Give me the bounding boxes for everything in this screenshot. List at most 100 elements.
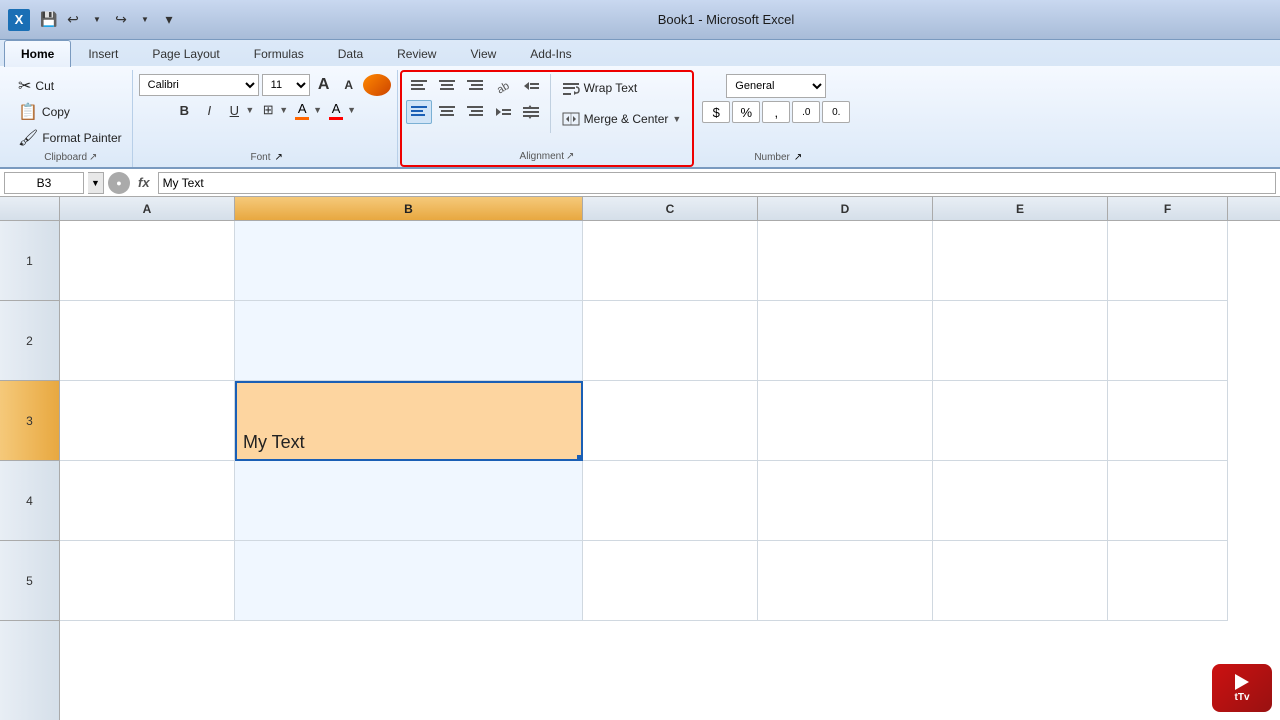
cell-b4[interactable] — [235, 461, 583, 541]
tab-insert[interactable]: Insert — [71, 40, 135, 67]
row-header-1[interactable]: 1 — [0, 221, 59, 301]
merge-center-button[interactable]: Merge & Center ▼ — [555, 105, 689, 133]
col-header-a[interactable]: A — [60, 197, 235, 220]
font-expand[interactable]: ↗ — [274, 152, 282, 163]
col-header-e[interactable]: E — [933, 197, 1108, 220]
border-dropdown[interactable]: ▼ — [279, 105, 288, 115]
underline-button[interactable]: U — [223, 99, 245, 121]
align-bottom-right-button[interactable] — [462, 100, 488, 124]
cell-e2[interactable] — [933, 301, 1108, 381]
comma-button[interactable]: , — [762, 101, 790, 123]
row-header-5[interactable]: 5 — [0, 541, 59, 621]
tab-formulas[interactable]: Formulas — [237, 40, 321, 67]
cell-f3[interactable] — [1108, 381, 1228, 461]
currency-button[interactable]: $ — [702, 101, 730, 123]
cell-d1[interactable] — [758, 221, 933, 301]
decrease-font-button[interactable]: A — [338, 74, 360, 96]
wrap-text-button[interactable]: Wrap Text — [555, 74, 689, 102]
cell-b2[interactable] — [235, 301, 583, 381]
tab-home[interactable]: Home — [4, 40, 71, 67]
customize-qa[interactable]: ▾ — [158, 9, 180, 31]
merge-center-dropdown[interactable]: ▼ — [672, 114, 681, 124]
tab-review[interactable]: Review — [380, 40, 453, 67]
cell-e5[interactable] — [933, 541, 1108, 621]
cell-f2[interactable] — [1108, 301, 1228, 381]
number-expand[interactable]: ↗ — [794, 152, 802, 163]
align-top-center-button[interactable] — [434, 74, 460, 98]
cell-c1[interactable] — [583, 221, 758, 301]
col-header-b[interactable]: B — [235, 197, 583, 220]
format-painter-button[interactable]: 🖌 Format Painter — [14, 126, 126, 150]
align-bottom-center-button[interactable] — [434, 100, 460, 124]
row-header-4[interactable]: 4 — [0, 461, 59, 541]
cut-button[interactable]: ✂ Cut — [14, 74, 58, 98]
cell-a4[interactable] — [60, 461, 235, 541]
increase-font-button[interactable]: A — [313, 74, 335, 96]
font-size-select[interactable]: 11 — [262, 74, 310, 96]
redo-dropdown[interactable]: ▼ — [134, 9, 156, 31]
ttv-play-icon — [1235, 674, 1249, 690]
tab-add-ins[interactable]: Add-Ins — [513, 40, 588, 67]
col-header-c[interactable]: C — [583, 197, 758, 220]
tab-data[interactable]: Data — [321, 40, 380, 67]
cell-c3[interactable] — [583, 381, 758, 461]
cell-e1[interactable] — [933, 221, 1108, 301]
cell-b3[interactable]: My Text — [235, 381, 583, 461]
undo-dropdown[interactable]: ▼ — [86, 9, 108, 31]
cell-b5[interactable] — [235, 541, 583, 621]
cell-f5[interactable] — [1108, 541, 1228, 621]
align-top-right-button[interactable] — [462, 74, 488, 98]
cell-c4[interactable] — [583, 461, 758, 541]
row-header-3[interactable]: 3 — [0, 381, 59, 461]
formula-input[interactable] — [158, 172, 1276, 194]
cell-d5[interactable] — [758, 541, 933, 621]
increase-decimal-button[interactable]: .0 — [792, 101, 820, 123]
alignment-expand[interactable]: ↗ — [566, 151, 574, 162]
cell-e3[interactable] — [933, 381, 1108, 461]
italic-button[interactable]: I — [198, 99, 220, 121]
indent-decrease-button[interactable] — [518, 74, 544, 98]
cell-c5[interactable] — [583, 541, 758, 621]
save-button[interactable]: 💾 — [38, 9, 60, 31]
col-header-d[interactable]: D — [758, 197, 933, 220]
clipboard-expand[interactable]: ↗ — [89, 152, 97, 163]
copy-button[interactable]: 📋 Copy — [14, 100, 74, 124]
redo-button[interactable]: ↪ — [110, 9, 132, 31]
underline-dropdown[interactable]: ▼ — [245, 105, 254, 115]
col-header-f[interactable]: F — [1108, 197, 1228, 220]
fill-color-button[interactable]: A — [291, 99, 313, 121]
cell-ref-dropdown[interactable]: ▼ — [88, 172, 104, 194]
cell-d2[interactable] — [758, 301, 933, 381]
cell-a5[interactable] — [60, 541, 235, 621]
cell-c2[interactable] — [583, 301, 758, 381]
cell-d4[interactable] — [758, 461, 933, 541]
cell-d3[interactable] — [758, 381, 933, 461]
number-format-select[interactable]: General — [726, 74, 826, 98]
cell-f4[interactable] — [1108, 461, 1228, 541]
cell-a3[interactable] — [60, 381, 235, 461]
bold-button[interactable]: B — [173, 99, 195, 121]
cell-a1[interactable] — [60, 221, 235, 301]
function-wizard-button[interactable]: ● — [108, 172, 130, 194]
align-bottom-left-button[interactable] — [406, 100, 432, 124]
fill-color-dropdown[interactable]: ▼ — [313, 105, 322, 115]
percent-button[interactable]: % — [732, 101, 760, 123]
orientation-button[interactable]: ab — [490, 74, 516, 98]
font-name-select[interactable]: Calibri — [139, 74, 259, 96]
border-button[interactable]: ⊞ — [257, 99, 279, 121]
tab-view[interactable]: View — [453, 40, 513, 67]
cell-e4[interactable] — [933, 461, 1108, 541]
theme-color-button[interactable] — [363, 74, 391, 96]
font-color-dropdown[interactable]: ▼ — [347, 105, 356, 115]
font-color-button[interactable]: A — [325, 99, 347, 121]
align-top-left-button[interactable] — [406, 74, 432, 98]
align-extra-button[interactable] — [518, 100, 544, 124]
cell-f1[interactable] — [1108, 221, 1228, 301]
decrease-decimal-button[interactable]: 0. — [822, 101, 850, 123]
tab-page-layout[interactable]: Page Layout — [135, 40, 236, 67]
undo-button[interactable]: ↩ — [62, 9, 84, 31]
row-header-2[interactable]: 2 — [0, 301, 59, 381]
cell-b1[interactable] — [235, 221, 583, 301]
cell-a2[interactable] — [60, 301, 235, 381]
indent-increase-button[interactable] — [490, 100, 516, 124]
